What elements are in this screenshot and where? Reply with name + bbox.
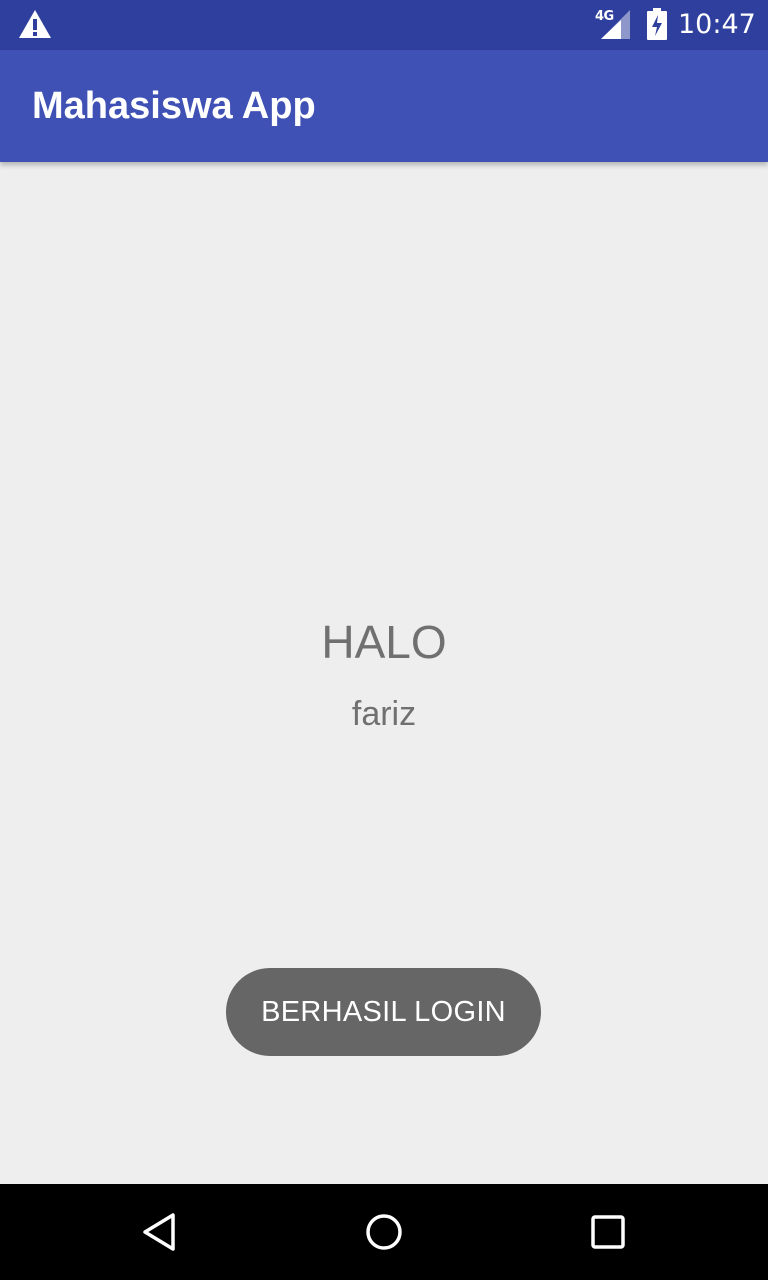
warning-icon — [18, 9, 52, 39]
app-bar: Mahasiswa App — [0, 50, 768, 162]
back-icon[interactable] — [136, 1208, 184, 1256]
network-type-label: 4G — [595, 9, 614, 24]
greeting-text: HALO — [321, 616, 447, 668]
username-text: fariz — [351, 695, 417, 733]
toast-message: BERHASIL LOGIN — [226, 968, 541, 1056]
app-title: Mahasiswa App — [32, 85, 316, 127]
home-icon[interactable] — [360, 1208, 408, 1256]
signal-icon: 4G — [592, 8, 632, 40]
battery-charging-icon — [646, 8, 668, 40]
status-time: 10:47 — [678, 9, 756, 40]
recents-icon[interactable] — [584, 1208, 632, 1256]
status-bar: 4G 10:47 — [0, 0, 768, 50]
navigation-bar — [0, 1184, 768, 1280]
